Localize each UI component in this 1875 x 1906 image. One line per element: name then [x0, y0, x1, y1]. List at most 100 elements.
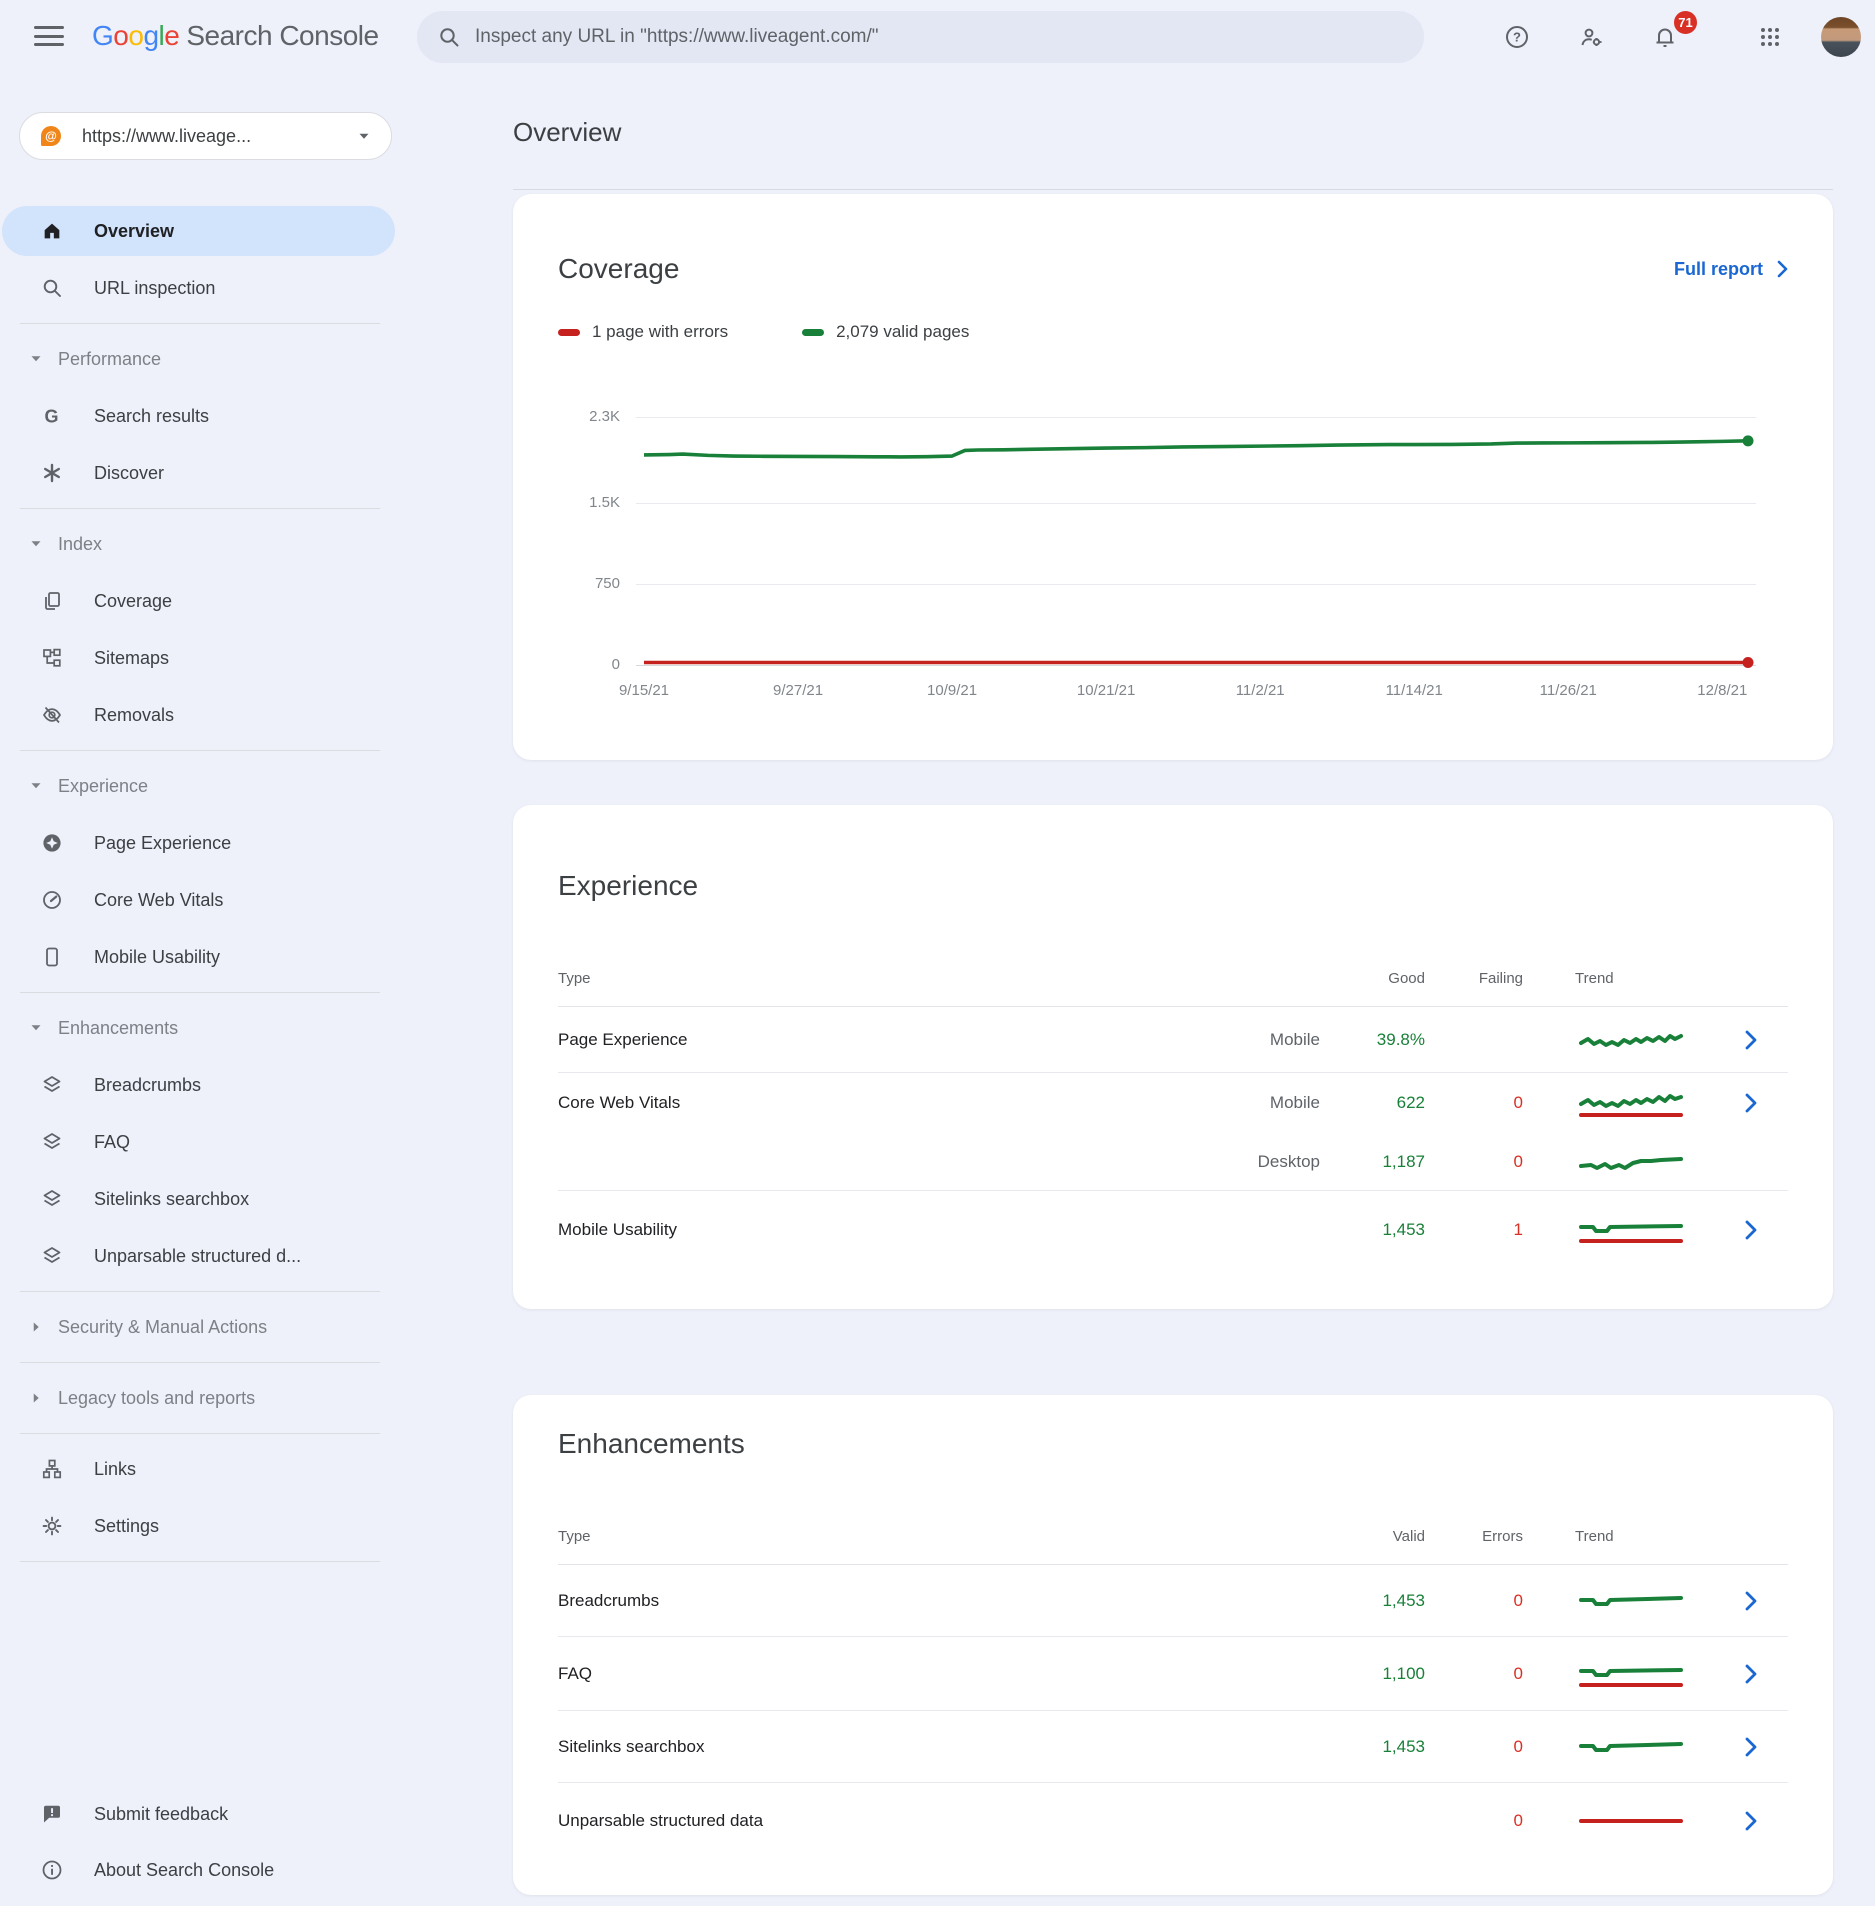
row-chevron-icon[interactable]: [1713, 1220, 1788, 1240]
row-chevron-icon[interactable]: [1713, 1737, 1788, 1757]
sidebar-item-discover[interactable]: Discover: [0, 448, 400, 498]
row-chevron-icon[interactable]: [1713, 1030, 1788, 1050]
table-row[interactable]: Breadcrumbs 1,453 0: [558, 1565, 1788, 1637]
trend-sparkline: [1523, 1208, 1713, 1252]
page-experience-icon: [41, 832, 63, 854]
table-row[interactable]: Desktop 1,187 0: [558, 1133, 1788, 1191]
experience-title: Experience: [558, 867, 698, 905]
table-row[interactable]: Core Web Vitals Mobile 622 0: [558, 1073, 1788, 1133]
errors-swatch: [558, 329, 580, 336]
sidebar-item-unparsable-structured-data[interactable]: Unparsable structured d...: [0, 1231, 400, 1281]
app-name: Search Console: [186, 20, 378, 51]
sidebar-section-experience[interactable]: Experience: [0, 761, 400, 811]
sidebar-item-settings[interactable]: Settings: [0, 1501, 400, 1551]
google-search-console: GoogleSearch Console Inspect any URL in …: [0, 0, 1875, 1906]
apps-grid-icon[interactable]: [1758, 25, 1782, 49]
sidebar-item-faq[interactable]: FAQ: [0, 1117, 400, 1167]
legend-valid: 2,079 valid pages: [802, 322, 969, 342]
sidebar-section-index[interactable]: Index: [0, 519, 400, 569]
sidebar-item-removals[interactable]: Removals: [0, 690, 400, 740]
table-row[interactable]: FAQ 1,100 0: [558, 1637, 1788, 1711]
coverage-chart[interactable]: 2.3K1.5K75009/15/219/27/2110/9/2110/21/2…: [558, 370, 1788, 710]
sidebar-section-performance[interactable]: Performance: [0, 334, 400, 384]
chevron-down-icon: [26, 534, 46, 554]
discover-asterisk-icon: [41, 462, 63, 484]
sidebar-section-security-manual-actions[interactable]: Security & Manual Actions: [0, 1302, 400, 1352]
layers-icon: [41, 1074, 63, 1096]
divider: [20, 323, 380, 324]
search-icon: [437, 25, 461, 49]
divider: [20, 1291, 380, 1292]
sitemap-icon: [41, 647, 63, 669]
property-label: https://www.liveage...: [82, 126, 355, 147]
sidebar-footer: Submit feedback About Search Console: [0, 1786, 400, 1906]
chevron-right-icon: [1777, 260, 1788, 278]
table-row[interactable]: Page Experience Mobile 39.8%: [558, 1007, 1788, 1073]
layers-icon: [41, 1131, 63, 1153]
user-settings-icon[interactable]: [1579, 25, 1603, 49]
chevron-down-icon: [26, 776, 46, 796]
trend-sparkline: [1523, 1725, 1713, 1769]
sidebar-item-page-experience[interactable]: Page Experience: [0, 818, 400, 868]
sidebar-item-links[interactable]: Links: [0, 1444, 400, 1494]
main-content: Overview Coverage Full report 1 page wit…: [400, 74, 1875, 1906]
trend-sparkline: [1523, 1799, 1713, 1843]
sidebar-item-sitelinks-searchbox[interactable]: Sitelinks searchbox: [0, 1174, 400, 1224]
about-search-console-link[interactable]: About Search Console: [0, 1842, 400, 1898]
links-tree-icon: [41, 1458, 63, 1480]
gear-icon: [41, 1515, 63, 1537]
experience-card: Experience Type Good Failing Trend Page …: [513, 805, 1833, 1309]
sidebar-item-core-web-vitals[interactable]: Core Web Vitals: [0, 875, 400, 925]
sidebar-item-mobile-usability[interactable]: Mobile Usability: [0, 932, 400, 982]
trend-sparkline: [1523, 1579, 1713, 1623]
trend-sparkline: [1523, 1081, 1713, 1125]
top-bar: GoogleSearch Console Inspect any URL in …: [0, 0, 1875, 74]
eye-off-icon: [41, 704, 63, 726]
sidebar: @ https://www.liveage... Overview URL in…: [0, 74, 400, 1906]
row-chevron-icon[interactable]: [1713, 1093, 1788, 1113]
avatar[interactable]: [1821, 17, 1861, 57]
page-title: Overview: [513, 114, 1833, 150]
coverage-legend: 1 page with errors 2,079 valid pages: [558, 322, 1788, 342]
sidebar-item-overview[interactable]: Overview: [2, 206, 395, 256]
sidebar-item-sitemaps[interactable]: Sitemaps: [0, 633, 400, 683]
trend-sparkline: [1523, 1140, 1713, 1184]
table-row[interactable]: Mobile Usability 1,453 1: [558, 1191, 1788, 1269]
row-chevron-icon[interactable]: [1713, 1591, 1788, 1611]
coverage-full-report-link[interactable]: Full report: [1674, 259, 1788, 280]
chevron-right-icon: [26, 1388, 46, 1408]
search-placeholder: Inspect any URL in "https://www.liveagen…: [475, 26, 879, 48]
home-icon: [41, 220, 63, 242]
sidebar-section-legacy-tools[interactable]: Legacy tools and reports: [0, 1373, 400, 1423]
coverage-card: Coverage Full report 1 page with errors …: [513, 194, 1833, 760]
sidebar-item-search-results[interactable]: G Search results: [0, 391, 400, 441]
divider: [20, 1561, 380, 1562]
app-logo[interactable]: GoogleSearch Console: [92, 20, 379, 52]
menu-icon[interactable]: [34, 26, 64, 48]
divider: [20, 1433, 380, 1434]
trend-sparkline: [1523, 1018, 1713, 1062]
notification-badge: 71: [1672, 9, 1699, 36]
table-row[interactable]: Sitelinks searchbox 1,453 0: [558, 1711, 1788, 1783]
sidebar-section-enhancements[interactable]: Enhancements: [0, 1003, 400, 1053]
property-selector[interactable]: @ https://www.liveage...: [19, 112, 392, 160]
row-chevron-icon[interactable]: [1713, 1811, 1788, 1831]
row-chevron-icon[interactable]: [1713, 1664, 1788, 1684]
legend-errors: 1 page with errors: [558, 322, 728, 342]
url-inspect-search-input[interactable]: Inspect any URL in "https://www.liveagen…: [417, 11, 1424, 63]
help-icon[interactable]: ?: [1505, 25, 1529, 49]
valid-swatch: [802, 329, 824, 336]
divider: [20, 992, 380, 993]
table-row[interactable]: Unparsable structured data 0: [558, 1783, 1788, 1859]
gauge-icon: [41, 889, 63, 911]
sidebar-item-breadcrumbs[interactable]: Breadcrumbs: [0, 1060, 400, 1110]
sidebar-item-url-inspection[interactable]: URL inspection: [0, 263, 400, 313]
svg-text:?: ?: [1513, 30, 1521, 45]
sidebar-item-coverage[interactable]: Coverage: [0, 576, 400, 626]
submit-feedback-button[interactable]: Submit feedback: [0, 1786, 400, 1842]
experience-table-header: Type Good Failing Trend: [558, 951, 1788, 1007]
info-icon: [41, 1859, 63, 1881]
smartphone-icon: [41, 946, 63, 968]
divider: [20, 750, 380, 751]
google-g-icon: G: [41, 405, 63, 427]
